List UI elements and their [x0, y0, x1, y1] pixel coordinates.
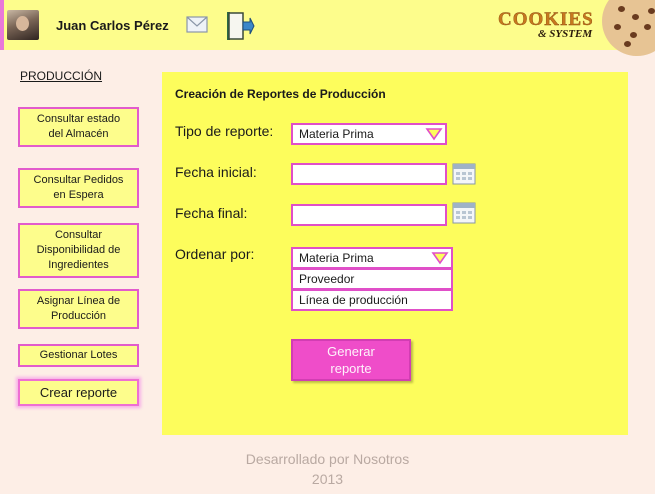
sidebar-item-label: Crear reporte	[39, 385, 118, 400]
logo-text-bottom: & SYSTEM	[538, 28, 593, 40]
logo-text-top: COOKIES	[498, 9, 594, 30]
sort-by-select[interactable]: Materia Prima	[291, 247, 453, 269]
end-date-field[interactable]	[291, 204, 447, 226]
page-title: Creación de Reportes de Producción	[175, 87, 386, 101]
sidebar-item-label: Consultar Pedidos en Espera	[33, 174, 124, 201]
sort-option-linea-produccion[interactable]: Línea de producción	[291, 289, 453, 311]
report-type-value: Materia Prima	[299, 127, 374, 141]
generate-report-button[interactable]: Generar reporte	[291, 339, 411, 381]
sidebar-item-label: Consultar Disponibilidad de Ingredientes	[36, 229, 121, 271]
sidebar-item-consultar-disponibilidad[interactable]: Consultar Disponibilidad de Ingredientes	[18, 223, 139, 278]
sidebar-item-gestionar-lotes[interactable]: Gestionar Lotes	[18, 344, 139, 367]
mail-icon[interactable]	[186, 16, 208, 33]
sidebar-item-consultar-pedidos[interactable]: Consultar Pedidos en Espera	[18, 168, 139, 208]
section-title[interactable]: PRODUCCIÓN	[20, 69, 102, 83]
generate-report-label: Generar reporte	[327, 344, 375, 376]
footer-year: 2013	[311, 471, 344, 487]
sidebar-item-crear-reporte[interactable]: Crear reporte	[18, 379, 139, 406]
start-date-label: Fecha inicial:	[175, 164, 257, 180]
logout-icon[interactable]	[223, 10, 255, 42]
sidebar-item-label: Asignar Línea de Producción	[36, 295, 121, 322]
report-type-select[interactable]: Materia Prima	[291, 123, 447, 145]
report-type-label: Tipo de reporte:	[175, 123, 274, 139]
footer-credit: Desarrollado por Nosotros	[245, 451, 410, 467]
end-date-label: Fecha final:	[175, 205, 248, 221]
sidebar-item-asignar-linea[interactable]: Asignar Línea de Producción	[18, 289, 139, 329]
sort-option-label: Línea de producción	[299, 293, 408, 307]
cookie-icon	[602, 0, 655, 56]
sort-option-proveedor[interactable]: Proveedor	[291, 268, 453, 290]
report-form-panel: Creación de Reportes de Producción Tipo …	[162, 72, 628, 435]
calendar-icon[interactable]	[452, 163, 476, 185]
calendar-icon[interactable]	[452, 202, 476, 224]
sort-option-label: Proveedor	[299, 272, 355, 286]
avatar[interactable]	[7, 10, 39, 40]
footer: Desarrollado por Nosotros 2013	[0, 449, 655, 489]
header-bar: Juan Carlos Pérez COOKIES & SYSTEM	[0, 0, 655, 56]
sort-by-label: Ordenar por:	[175, 246, 255, 262]
start-date-field[interactable]	[291, 163, 447, 185]
sidebar-item-label: Gestionar Lotes	[39, 349, 118, 361]
cookies-system-logo: COOKIES & SYSTEM	[498, 9, 594, 40]
chevron-down-icon[interactable]	[423, 123, 445, 145]
sidebar-item-label: Consultar estado del Almacén	[36, 113, 121, 140]
sort-by-value: Materia Prima	[299, 251, 374, 265]
user-name: Juan Carlos Pérez	[56, 18, 169, 33]
sidebar-item-consultar-almacen[interactable]: Consultar estado del Almacén	[18, 107, 139, 147]
chevron-down-icon[interactable]	[429, 247, 451, 269]
